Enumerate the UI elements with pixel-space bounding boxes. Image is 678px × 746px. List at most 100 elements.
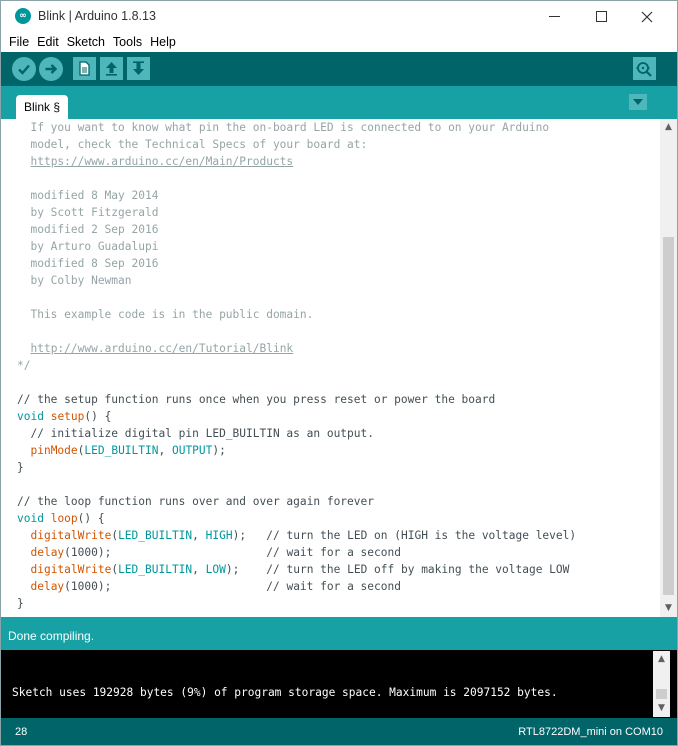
code-token: LED_BUILTIN (118, 529, 193, 542)
console-line: Sketch uses 192928 bytes (9%) of program… (12, 686, 558, 699)
code-text[interactable]: If you want to know what pin the on-boar… (17, 119, 576, 612)
verify-button[interactable] (12, 57, 36, 81)
new-sketch-button[interactable] (73, 57, 96, 80)
code-line[interactable]: delay(1000); // wait for a second (17, 544, 576, 561)
console-output[interactable]: Sketch uses 192928 bytes (9%) of program… (1, 650, 677, 718)
menu-sketch[interactable]: Sketch (63, 32, 109, 52)
editor-scrollbar[interactable]: ▲ ▼ (660, 119, 677, 617)
open-sketch-button[interactable] (100, 57, 123, 80)
code-token: LED_BUILTIN (118, 563, 193, 576)
new-icon (79, 61, 90, 76)
code-token: , (192, 529, 206, 542)
tab-blink[interactable]: Blink § (16, 95, 69, 119)
code-token: */ (17, 359, 31, 372)
menu-tools[interactable]: Tools (109, 32, 146, 52)
code-token: ); (225, 563, 267, 576)
code-token: void (17, 410, 44, 423)
code-line[interactable]: modified 2 Sep 2016 (17, 221, 576, 238)
code-token: setup (50, 410, 85, 423)
code-token: delay (30, 580, 65, 593)
code-line[interactable]: void loop() { (17, 510, 576, 527)
code-line[interactable]: digitalWrite(LED_BUILTIN, HIGH); // turn… (17, 527, 576, 544)
menu-edit[interactable]: Edit (33, 32, 63, 52)
scroll-down-icon[interactable]: ▼ (660, 600, 677, 617)
serial-monitor-icon (636, 62, 652, 77)
code-line[interactable]: This example code is in the public domai… (17, 306, 576, 323)
code-token: // the loop function runs over and over … (17, 495, 374, 508)
toolbar (1, 52, 677, 86)
status-bar: Done compiling. (1, 617, 677, 650)
code-token: (1000); (64, 580, 267, 593)
code-link[interactable]: https://www.arduino.cc/en/Main/Products (30, 155, 293, 168)
code-line[interactable]: by Colby Newman (17, 272, 576, 289)
code-line[interactable] (17, 323, 576, 340)
maximize-icon (595, 11, 607, 22)
code-line[interactable] (17, 374, 576, 391)
code-token: by Arturo Guadalupi (17, 240, 159, 253)
code-line[interactable]: modified 8 Sep 2016 (17, 255, 576, 272)
code-line[interactable]: // the setup function runs once when you… (17, 391, 576, 408)
scroll-up-icon[interactable]: ▲ (660, 119, 677, 136)
scroll-thumb[interactable] (663, 237, 674, 595)
code-token: , (158, 444, 172, 457)
verify-icon (18, 64, 30, 75)
code-line[interactable]: modified 8 May 2014 (17, 187, 576, 204)
upload-button[interactable] (39, 57, 63, 81)
minimize-button[interactable] (531, 1, 577, 32)
code-token: pinMode (30, 444, 78, 457)
code-line[interactable]: by Scott Fitzgerald (17, 204, 576, 221)
code-line[interactable]: If you want to know what pin the on-boar… (17, 119, 576, 136)
console-scroll-thumb[interactable] (656, 689, 667, 699)
menu-help[interactable]: Help (146, 32, 180, 52)
code-line[interactable]: // the loop function runs over and over … (17, 493, 576, 510)
code-line[interactable] (17, 170, 576, 187)
close-icon (641, 11, 653, 22)
save-sketch-button[interactable] (127, 57, 150, 80)
code-line[interactable] (17, 476, 576, 493)
code-line[interactable]: // initialize digital pin LED_BUILTIN as… (17, 425, 576, 442)
code-token: digitalWrite (30, 529, 112, 542)
code-line[interactable]: void setup() { (17, 408, 576, 425)
board-port-label: RTL8722DM_mini on COM10 (518, 726, 663, 738)
code-line[interactable]: model, check the Technical Specs of your… (17, 136, 576, 153)
menu-bar: File Edit Sketch Tools Help (1, 32, 677, 52)
title-bar: ∞ Blink | Arduino 1.8.13 (1, 1, 677, 32)
code-line[interactable]: } (17, 459, 576, 476)
console-scroll-down-icon[interactable]: ▼ (653, 700, 670, 717)
code-token: LOW (205, 563, 226, 576)
code-token: (1000); (64, 546, 267, 559)
upload-icon (45, 64, 58, 74)
code-line[interactable]: } (17, 595, 576, 612)
menu-file[interactable]: File (5, 32, 33, 52)
code-token: digitalWrite (30, 563, 112, 576)
code-token: // wait for a second (266, 580, 401, 593)
code-line[interactable]: http://www.arduino.cc/en/Tutorial/Blink (17, 340, 576, 357)
code-line[interactable]: https://www.arduino.cc/en/Main/Products (17, 153, 576, 170)
console-scrollbar[interactable]: ▲ ▼ (653, 651, 670, 717)
tab-menu-button[interactable] (629, 94, 647, 110)
code-line[interactable]: by Arturo Guadalupi (17, 238, 576, 255)
console-scroll-up-icon[interactable]: ▲ (653, 651, 670, 668)
code-line[interactable]: delay(1000); // wait for a second (17, 578, 576, 595)
code-token: If you want to know what pin the on-boar… (17, 121, 550, 134)
code-line[interactable]: */ (17, 357, 576, 374)
code-link[interactable]: http://www.arduino.cc/en/Tutorial/Blink (30, 342, 293, 355)
code-line[interactable]: pinMode(LED_BUILTIN, OUTPUT); (17, 442, 576, 459)
code-token: } (17, 597, 24, 610)
close-button[interactable] (624, 1, 670, 32)
window-title: Blink | Arduino 1.8.13 (38, 9, 156, 23)
serial-monitor-button[interactable] (633, 57, 656, 80)
code-line[interactable] (17, 289, 576, 306)
status-message: Done compiling. (8, 629, 95, 643)
code-line[interactable]: digitalWrite(LED_BUILTIN, LOW); // turn … (17, 561, 576, 578)
maximize-button[interactable] (578, 1, 624, 32)
code-editor[interactable]: If you want to know what pin the on-boar… (1, 119, 677, 617)
code-token: by Colby Newman (17, 274, 132, 287)
